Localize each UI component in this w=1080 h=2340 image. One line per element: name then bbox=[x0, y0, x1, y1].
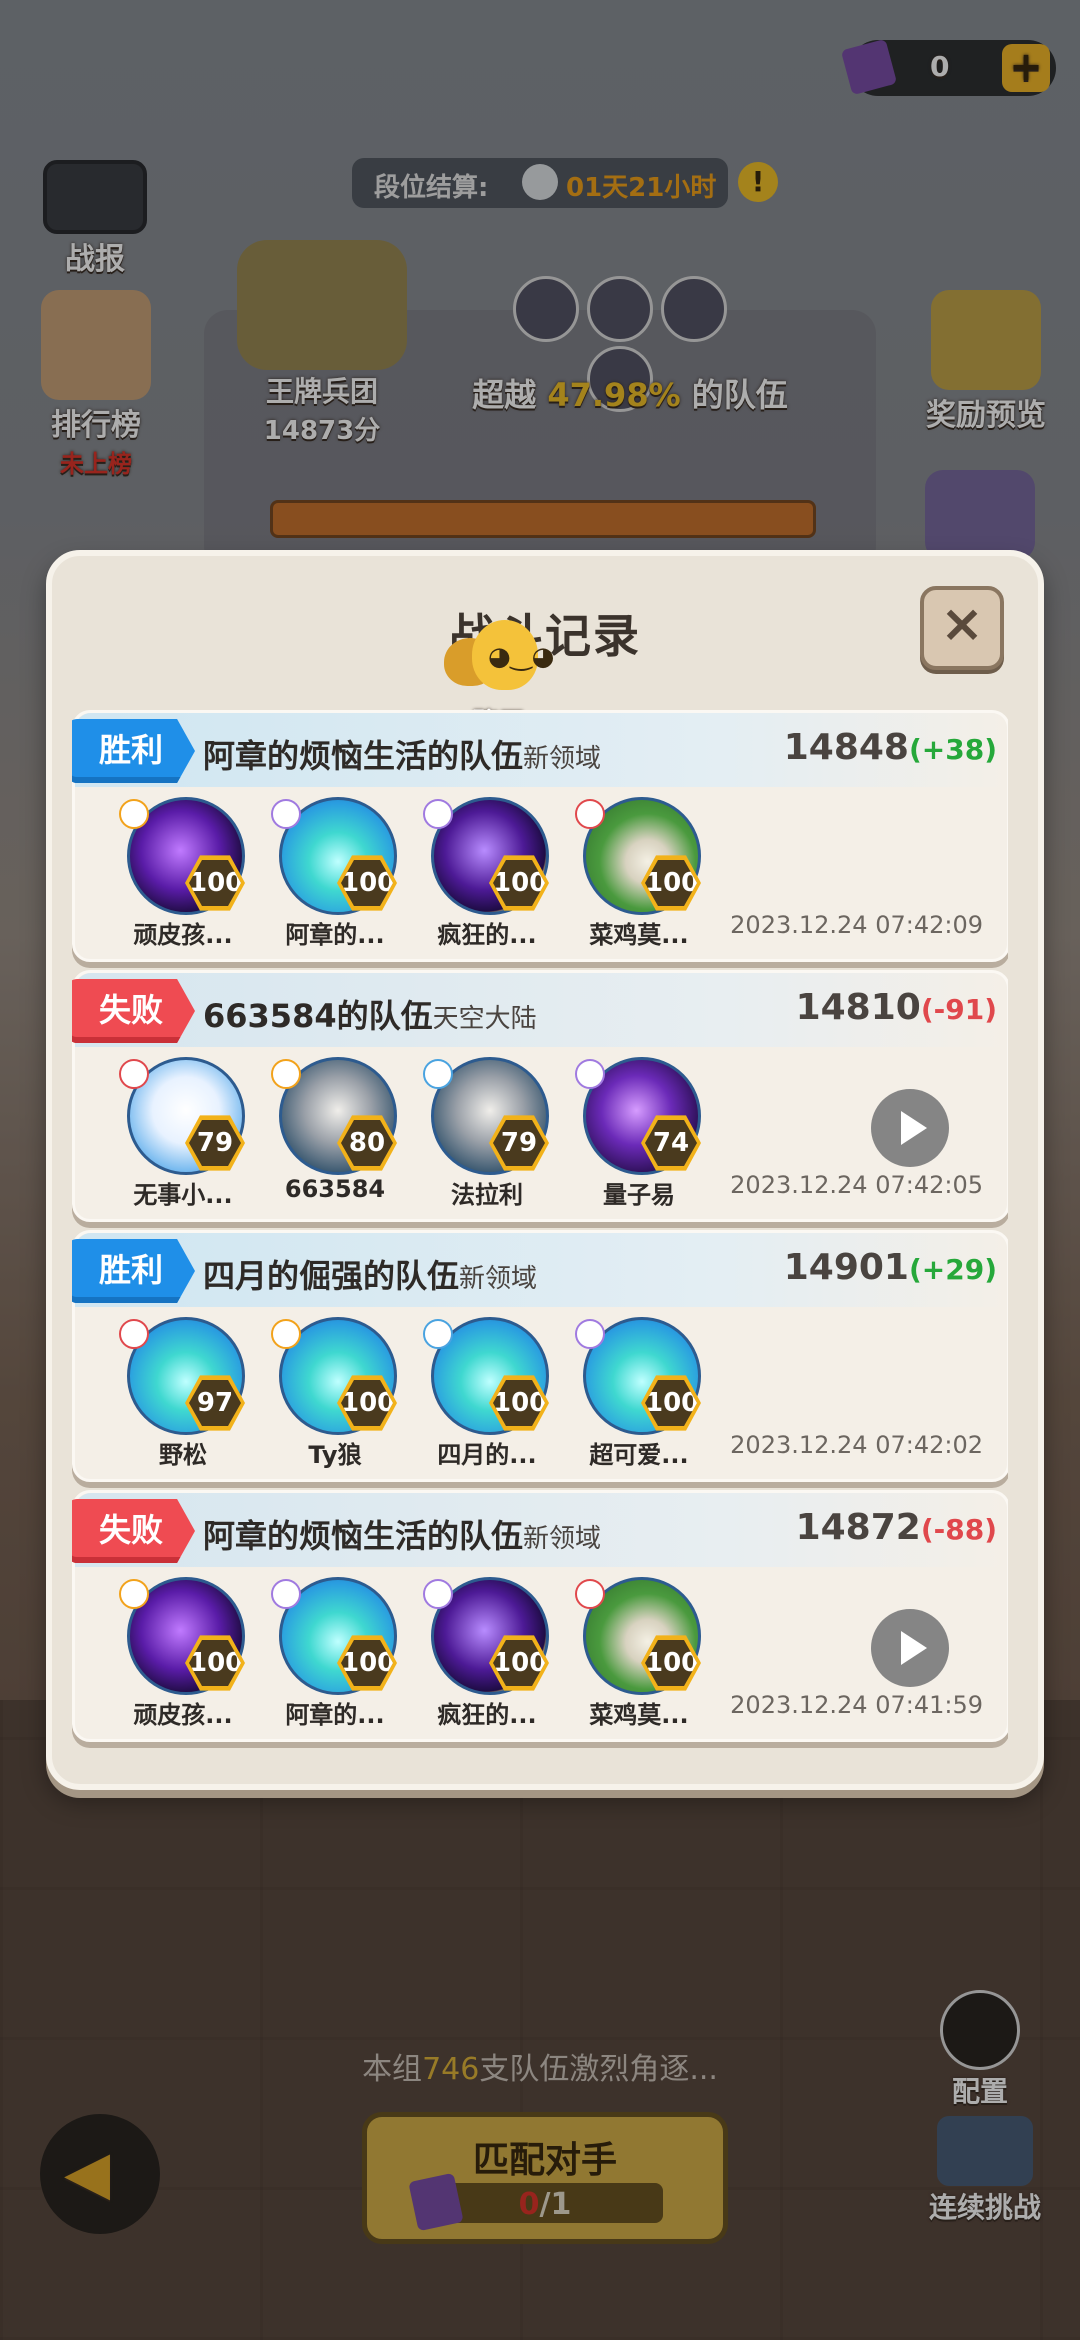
score-value: 14810 bbox=[795, 987, 921, 1028]
hero-name: 疯狂的... bbox=[437, 1701, 537, 1729]
element-icon bbox=[423, 1579, 453, 1609]
score-change: 14848(+38) bbox=[784, 727, 997, 768]
hero-name: 663584 bbox=[284, 1175, 386, 1203]
element-icon bbox=[119, 1059, 149, 1089]
hero-avatar[interactable]: 100 阿章的... bbox=[271, 1577, 401, 1729]
battle-record-card[interactable]: 失败 阿章的烦恼生活的队伍新领域 14872(-88) 100 顽皮孩... 100 阿章的… bbox=[72, 1490, 1008, 1742]
hero-avatar[interactable]: 79 法拉利 bbox=[423, 1057, 553, 1209]
score-delta: (-91) bbox=[920, 993, 997, 1026]
score-value: 14901 bbox=[783, 1247, 909, 1288]
hero-name: 野松 bbox=[159, 1441, 207, 1469]
element-icon bbox=[119, 799, 149, 829]
hero-name: 疯狂的... bbox=[437, 921, 537, 949]
element-icon bbox=[423, 1319, 453, 1349]
hero-avatar[interactable]: 100 阿章的... bbox=[271, 797, 401, 949]
hero-name: 菜鸡莫... bbox=[589, 1701, 689, 1729]
region-name: 新领域 bbox=[523, 744, 602, 774]
element-icon bbox=[271, 1059, 301, 1089]
hero-name: Ty狼 bbox=[308, 1441, 362, 1469]
hero-avatar[interactable]: 100 顽皮孩... bbox=[119, 797, 249, 949]
element-icon bbox=[423, 1059, 453, 1089]
score-change: 14810(-91) bbox=[796, 987, 997, 1028]
hero-avatar[interactable]: 100 疯狂的... bbox=[423, 1577, 553, 1729]
element-icon bbox=[575, 1319, 605, 1349]
close-icon: × bbox=[940, 594, 984, 654]
element-icon bbox=[271, 1319, 301, 1349]
element-icon bbox=[575, 1579, 605, 1609]
hero-avatar[interactable]: 80 663584 bbox=[271, 1057, 401, 1207]
score-value: 14848 bbox=[783, 727, 909, 768]
hero-name: 阿章的... bbox=[285, 1701, 385, 1729]
battle-timestamp: 2023.12.24 07:41:59 bbox=[730, 1691, 983, 1719]
close-button[interactable]: × bbox=[920, 586, 1004, 670]
opponent-team-name: 663584的队伍天空大陆 bbox=[203, 991, 537, 1037]
smiley-face: ◕‿◕ bbox=[488, 642, 555, 672]
battle-record-dialog: 战斗记录 × ◕‿◕ 聊天 胜利阿章的烦恼生活的队伍新领域14848(+38)1… bbox=[46, 550, 1044, 1790]
hero-name: 菜鸡莫... bbox=[589, 921, 689, 949]
hero-name: 超可爱... bbox=[589, 1441, 689, 1469]
hero-avatar[interactable]: 100 四月的... bbox=[423, 1317, 553, 1469]
hero-avatar[interactable]: 100 Ty狼 bbox=[271, 1317, 401, 1469]
region-name: 新领域 bbox=[523, 1524, 602, 1554]
hero-avatar[interactable]: 100 菜鸡莫... bbox=[575, 1577, 705, 1729]
score-value: 14872 bbox=[795, 1507, 921, 1548]
hero-name: 阿章的... bbox=[285, 921, 385, 949]
result-badge: 胜利 bbox=[72, 719, 195, 783]
element-icon bbox=[271, 1579, 301, 1609]
element-icon bbox=[575, 1059, 605, 1089]
element-icon bbox=[575, 799, 605, 829]
play-icon bbox=[901, 1111, 927, 1145]
opponent-team-name: 四月的倔强的队伍新领域 bbox=[203, 1251, 537, 1297]
region-name: 天空大陆 bbox=[432, 1004, 537, 1034]
team-name: 阿章的烦恼生活的队伍 bbox=[203, 737, 524, 775]
hero-avatar[interactable]: 100 菜鸡莫... bbox=[575, 797, 705, 949]
play-icon bbox=[901, 1631, 927, 1665]
hero-avatar[interactable]: 79 无事小... bbox=[119, 1057, 249, 1209]
hero-avatar[interactable]: 100 顽皮孩... bbox=[119, 1577, 249, 1729]
opponent-team-name: 阿章的烦恼生活的队伍新领域 bbox=[203, 731, 601, 777]
battle-record-card[interactable]: 胜利 阿章的烦恼生活的队伍新领域 14848(+38) 100 顽皮孩... 100 阿章的… bbox=[72, 710, 1008, 962]
result-badge: 失败 bbox=[72, 979, 195, 1043]
hero-avatar[interactable]: 74 量子易 bbox=[575, 1057, 705, 1209]
battle-timestamp: 2023.12.24 07:42:05 bbox=[730, 1171, 983, 1199]
element-icon bbox=[423, 799, 453, 829]
hero-avatar[interactable]: 100 超可爱... bbox=[575, 1317, 705, 1469]
hero-name: 四月的... bbox=[437, 1441, 537, 1469]
team-name: 阿章的烦恼生活的队伍 bbox=[203, 1517, 524, 1555]
hero-avatar[interactable]: 100 疯狂的... bbox=[423, 797, 553, 949]
hero-name: 法拉利 bbox=[451, 1181, 523, 1209]
result-badge: 失败 bbox=[72, 1499, 195, 1563]
result-badge: 胜利 bbox=[72, 1239, 195, 1303]
opponent-team-name: 阿章的烦恼生活的队伍新领域 bbox=[203, 1511, 601, 1557]
battle-record-card[interactable]: 胜利 四月的倔强的队伍新领域 14901(+29) 97 野松 100 Ty狼 100 四月的.… bbox=[72, 1230, 1008, 1482]
score-change: 14901(+29) bbox=[784, 1247, 997, 1288]
battle-timestamp: 2023.12.24 07:42:02 bbox=[730, 1431, 983, 1459]
region-name: 新领域 bbox=[459, 1264, 538, 1294]
score-change: 14872(-88) bbox=[796, 1507, 997, 1548]
hero-name: 顽皮孩... bbox=[133, 921, 233, 949]
battle-timestamp: 2023.12.24 07:42:09 bbox=[730, 911, 983, 939]
element-icon bbox=[119, 1579, 149, 1609]
team-name: 663584的队伍 bbox=[203, 997, 433, 1035]
battle-record-card[interactable]: 失败 663584的队伍天空大陆 14810(-91) 79 无事小... 80 66358… bbox=[72, 970, 1008, 1222]
score-delta: (+29) bbox=[908, 1253, 997, 1286]
battle-record-list[interactable]: 胜利 阿章的烦恼生活的队伍新领域 14848(+38) 100 顽皮孩... 100 阿章的… bbox=[72, 698, 1008, 1760]
score-delta: (+38) bbox=[908, 733, 997, 766]
score-delta: (-88) bbox=[920, 1513, 997, 1546]
replay-button[interactable] bbox=[871, 1089, 949, 1167]
team-name: 四月的倔强的队伍 bbox=[203, 1257, 460, 1295]
hero-name: 顽皮孩... bbox=[133, 1701, 233, 1729]
element-icon bbox=[119, 1319, 149, 1349]
replay-button[interactable] bbox=[871, 1609, 949, 1687]
hero-name: 量子易 bbox=[603, 1181, 675, 1209]
hero-avatar[interactable]: 97 野松 bbox=[119, 1317, 249, 1469]
hero-name: 无事小... bbox=[133, 1181, 233, 1209]
element-icon bbox=[271, 799, 301, 829]
